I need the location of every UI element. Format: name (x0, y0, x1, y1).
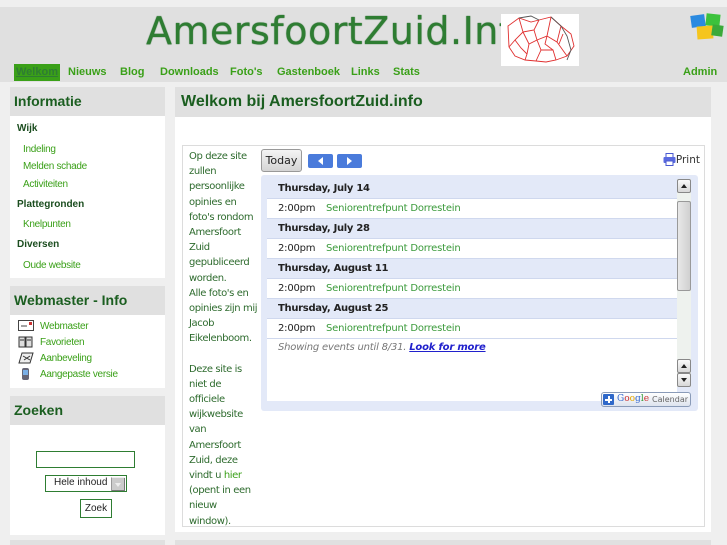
today-button[interactable]: Today (261, 149, 302, 172)
nav-downloads[interactable]: Downloads (160, 64, 219, 81)
page-title: Welkom bij AmersfoortZuid.info (175, 87, 711, 117)
category-wijk: Wijk (17, 123, 38, 134)
top-strip (0, 0, 727, 7)
site-title[interactable]: AmersfoortZuid.Info (146, 9, 537, 53)
agenda-scrollbar[interactable] (677, 179, 691, 387)
event-row[interactable]: 2:00pm Seniorentrefpunt Dorrestein (267, 239, 677, 259)
search-panel: Zoeken Hele inhoud Zoek (10, 396, 165, 535)
day-header: Thursday, August 25 (267, 299, 677, 319)
chevron-down-icon[interactable] (111, 477, 125, 491)
aangepaste-versie-link[interactable]: Aangepaste versie (40, 369, 118, 380)
search-scope-value: Hele inhoud (54, 477, 108, 488)
search-scope-select[interactable]: Hele inhoud (45, 475, 127, 492)
next-side-panel-edge (10, 540, 165, 545)
search-input[interactable] (36, 451, 135, 468)
print-button[interactable]: Print (663, 153, 700, 166)
look-for-more-link[interactable]: Look for more (409, 342, 485, 353)
nav-fotos[interactable]: Foto's (230, 64, 263, 81)
recommend-icon (18, 352, 34, 364)
link-activiteiten[interactable]: Activiteiten (23, 179, 68, 190)
google-logo: Google (617, 394, 650, 404)
event-time: 2:00pm (278, 243, 316, 254)
event-title[interactable]: Seniorentrefpunt Dorrestein (326, 203, 461, 214)
event-row[interactable]: 2:00pm Seniorentrefpunt Dorrestein (267, 199, 677, 219)
scroll-down-button[interactable] (677, 373, 691, 387)
day-header: Thursday, August 11 (267, 259, 677, 279)
next-arrow-button[interactable] (337, 154, 362, 168)
search-title: Zoeken (10, 396, 165, 425)
link-oude-website[interactable]: Oude website (23, 260, 81, 271)
scroll-up-button-lower[interactable] (677, 359, 691, 373)
next-main-panel-edge (175, 540, 711, 545)
main-nav: Welkom Nieuws Blog Downloads Foto's Gast… (0, 64, 727, 81)
webmaster-title: Webmaster - Info (10, 286, 165, 315)
event-title[interactable]: Seniorentrefpunt Dorrestein (326, 323, 461, 334)
nav-nieuws[interactable]: Nieuws (68, 64, 107, 81)
map-logo (501, 14, 579, 66)
search-button[interactable]: Zoek (80, 499, 112, 518)
informatie-panel: Informatie Wijk Indeling Melden schade A… (10, 87, 165, 278)
scroll-up-button[interactable] (677, 179, 691, 193)
aangepaste-versie-item[interactable]: Aangepaste versie (18, 366, 118, 382)
favorieten-link[interactable]: Favorieten (40, 337, 85, 348)
favorieten-item[interactable]: Favorieten (18, 334, 85, 350)
intro-paragraph-1: Op deze site zullen persoonlijke opinies… (189, 151, 254, 284)
event-row[interactable]: 2:00pm Seniorentrefpunt Dorrestein (267, 319, 677, 339)
link-melden-schade[interactable]: Melden schade (23, 161, 87, 172)
event-title[interactable]: Seniorentrefpunt Dorrestein (326, 243, 461, 254)
nav-admin[interactable]: Admin (683, 64, 717, 81)
category-plattegronden: Plattegronden (17, 199, 85, 210)
category-diversen: Diversen (17, 239, 60, 250)
informatie-title: Informatie (10, 87, 165, 116)
agenda-view: Thursday, July 14 2:00pm Seniorentrefpunt… (261, 175, 698, 411)
scroll-thumb[interactable] (677, 201, 691, 291)
google-calendar-label: Calendar (652, 395, 689, 404)
nav-welkom[interactable]: Welkom (14, 64, 60, 81)
mail-icon (18, 320, 34, 331)
webmaster-item[interactable]: Webmaster (18, 318, 89, 334)
event-title[interactable]: Seniorentrefpunt Dorrestein (326, 283, 461, 294)
link-knelpunten[interactable]: Knelpunten (23, 219, 71, 230)
event-row[interactable]: 2:00pm Seniorentrefpunt Dorrestein (267, 279, 677, 299)
event-time: 2:00pm (278, 283, 316, 294)
link-indeling[interactable]: Indeling (23, 144, 56, 155)
plus-icon (603, 394, 614, 405)
main-panel: Welkom bij AmersfoortZuid.info Op deze s… (175, 87, 711, 532)
aanbeveling-item[interactable]: Aanbeveling (18, 350, 92, 366)
google-calendar-widget: Today Print Thursday, July 14 2:00pm Seni… (261, 149, 700, 411)
intro-paragraph-3: Deze site is niet de officiele wijkwebsi… (189, 363, 251, 527)
content-box: Op deze site zullen persoonlijke opinies… (182, 145, 705, 527)
nav-links[interactable]: Links (351, 64, 380, 81)
event-time: 2:00pm (278, 323, 316, 334)
webmaster-panel: Webmaster - Info Webmaster Favorieten Aa… (10, 286, 165, 388)
mobile-icon (22, 368, 29, 380)
aanbeveling-link[interactable]: Aanbeveling (40, 353, 92, 364)
day-header: Thursday, July 14 (267, 179, 677, 199)
nav-gastenboek[interactable]: Gastenboek (277, 64, 340, 81)
day-header: Thursday, July 28 (267, 219, 677, 239)
prev-arrow-button[interactable] (308, 154, 333, 168)
book-icon (18, 336, 33, 348)
print-label: Print (675, 153, 700, 166)
add-to-google-calendar-button[interactable]: Google Calendar (601, 392, 691, 407)
nav-blog[interactable]: Blog (120, 64, 144, 81)
intro-text: Op deze site zullen persoonlijke opinies… (189, 149, 259, 529)
nav-stats[interactable]: Stats (393, 64, 420, 81)
printer-icon (663, 153, 676, 166)
agenda-list: Thursday, July 14 2:00pm Seniorentrefpunt… (267, 179, 677, 401)
hier-link[interactable]: hier (224, 470, 242, 481)
intro-paragraph-2: Alle foto's en opinies zijn mij Jacob Ei… (189, 287, 258, 345)
photo-gallery-icon[interactable] (690, 12, 726, 42)
webmaster-link[interactable]: Webmaster (40, 321, 89, 332)
event-time: 2:00pm (278, 203, 316, 214)
